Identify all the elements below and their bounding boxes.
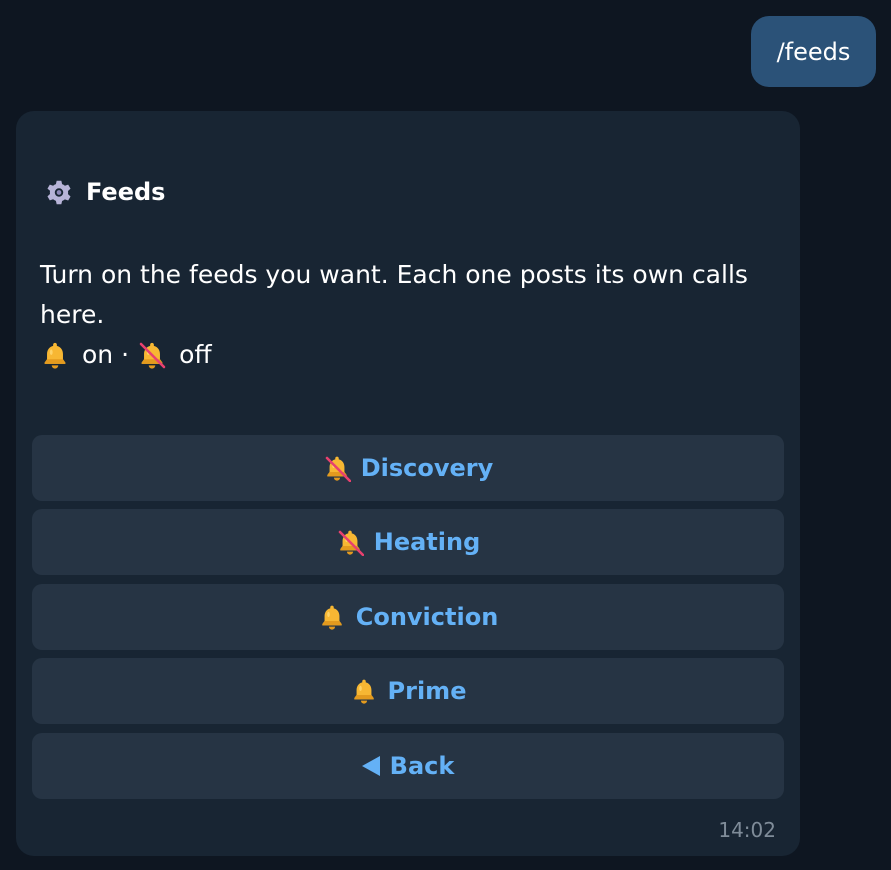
feed-button-heating[interactable]: Heating (32, 509, 784, 575)
legend-separator: · (121, 340, 130, 369)
back-button-label: Back (389, 752, 455, 780)
message-body: Turn on the feeds you want. Each one pos… (40, 255, 780, 375)
back-button[interactable]: Back (32, 733, 784, 799)
bot-message-card: Feeds Turn on the feeds you want. Each o… (16, 111, 800, 856)
bell-icon (40, 340, 70, 370)
feed-button-label: Conviction (355, 603, 499, 631)
bell-legend: on · off (40, 335, 780, 375)
feed-button-prime[interactable]: Prime (32, 658, 784, 724)
bell-off-icon (325, 454, 351, 482)
feed-button-discovery[interactable]: Discovery (32, 435, 784, 501)
legend-on-label: on (82, 340, 114, 369)
message-title-text: Feeds (86, 178, 166, 206)
legend-off-label: off (179, 340, 212, 369)
bell-icon (318, 603, 346, 631)
feed-button-label: Prime (387, 677, 467, 705)
message-title: Feeds (44, 175, 165, 209)
back-arrow-icon (361, 756, 380, 776)
feed-button-conviction[interactable]: Conviction (32, 584, 784, 650)
user-message-text: /feeds (776, 37, 851, 66)
bell-off-icon (139, 342, 166, 370)
bell-icon (350, 677, 378, 705)
feed-button-label: Heating (373, 528, 481, 556)
feed-button-label: Discovery (360, 454, 494, 482)
message-body-text: Turn on the feeds you want. Each one pos… (40, 260, 748, 329)
user-message-bubble: /feeds (751, 16, 876, 87)
message-timestamp: 14:02 (718, 818, 776, 842)
gear-icon (44, 177, 74, 207)
bell-off-icon (338, 528, 364, 556)
